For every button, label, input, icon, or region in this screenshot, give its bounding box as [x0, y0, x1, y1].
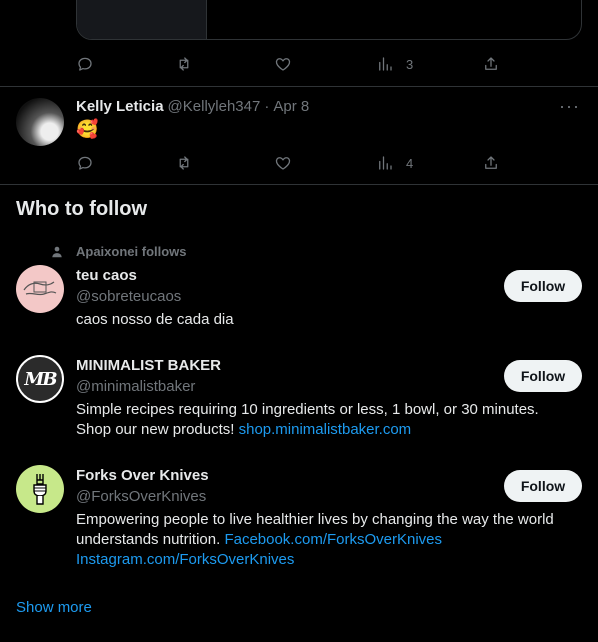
suggestion-name[interactable]: MINIMALIST BAKER	[76, 357, 221, 374]
share-icon	[485, 156, 497, 169]
avatar-logo-text: MB	[24, 368, 57, 390]
suggestion-name[interactable]: teu caos	[76, 267, 137, 284]
bio-line: Empowering people to live healthier live…	[76, 511, 554, 528]
divider	[0, 184, 598, 185]
tweet-date[interactable]: Apr 8	[273, 98, 309, 115]
bio-line: understands nutrition. Facebook.com/Fork…	[76, 530, 576, 550]
repost-icon	[179, 57, 189, 71]
repost-button[interactable]	[175, 52, 199, 76]
avatar[interactable]: MB	[16, 355, 64, 403]
suggestion-handle[interactable]: @minimalistbaker	[76, 378, 195, 395]
tweet-separator: ·	[264, 98, 270, 115]
reply-button[interactable]	[76, 151, 100, 175]
tweet-header: Kelly Leticia @Kellyleh347 · Apr 8	[76, 98, 309, 115]
like-icon	[275, 157, 291, 170]
person-icon	[52, 246, 62, 257]
previous-tweet-action-bar: 3	[76, 52, 506, 76]
share-button[interactable]	[482, 151, 506, 175]
bio-line: Shop our new products! shop.minimalistba…	[76, 420, 576, 440]
bio-link[interactable]: Instagram.com/ForksOverKnives	[76, 551, 294, 568]
follow-button[interactable]: Follow	[504, 360, 582, 392]
bio-line: Simple recipes requiring 10 ingredients …	[76, 401, 539, 418]
tweet-author-name[interactable]: Kelly Leticia	[76, 98, 164, 115]
views-count: 3	[406, 56, 414, 72]
like-icon	[275, 58, 291, 71]
tweet-kelly-leticia[interactable]: Kelly Leticia @Kellyleh347 · Apr 8 ··· 🥰…	[0, 86, 598, 184]
suggestion-handle[interactable]: @ForksOverKnives	[76, 488, 206, 505]
views-button[interactable]: 3	[376, 52, 413, 76]
suggestion-bio: Empowering people to live healthier live…	[76, 510, 576, 570]
views-button[interactable]: 4	[376, 151, 413, 175]
follow-button[interactable]: Follow	[504, 270, 582, 302]
follow-button[interactable]: Follow	[504, 470, 582, 502]
who-to-follow-title: Who to follow	[16, 198, 148, 220]
bio-text: Shop our new products!	[76, 421, 239, 438]
share-button[interactable]	[482, 52, 506, 76]
social-context-text: Apaixonei follows	[76, 244, 187, 259]
avatar[interactable]	[16, 98, 64, 146]
reply-icon	[78, 156, 92, 170]
like-button[interactable]	[274, 151, 298, 175]
like-button[interactable]	[274, 52, 298, 76]
suggestion-bio: Simple recipes requiring 10 ingredients …	[76, 400, 576, 440]
repost-icon	[179, 156, 189, 170]
tweet-text: 🥰	[76, 119, 99, 139]
repost-button[interactable]	[175, 151, 199, 175]
previous-tweet-media[interactable]	[76, 0, 582, 40]
tweet-author-handle[interactable]: @Kellyleh347	[168, 98, 261, 115]
suggestion-name[interactable]: Forks Over Knives	[76, 467, 209, 484]
suggestion-handle[interactable]: @sobreteucaos	[76, 288, 181, 305]
reply-icon	[78, 57, 92, 71]
bio-text: understands nutrition.	[76, 531, 225, 548]
views-count: 4	[406, 155, 414, 171]
social-context: Apaixonei follows	[50, 244, 187, 259]
views-icon	[379, 156, 392, 170]
avatar[interactable]	[16, 465, 64, 513]
more-icon[interactable]: ···	[559, 97, 580, 115]
share-icon	[485, 57, 497, 70]
fist-fork-icon	[33, 474, 47, 505]
avatar[interactable]	[16, 265, 64, 313]
views-icon	[379, 57, 392, 71]
suggestion-bio: caos nosso de cada dia	[76, 311, 234, 328]
bio-link[interactable]: Facebook.com/ForksOverKnives	[224, 531, 442, 548]
bio-line: Instagram.com/ForksOverKnives	[76, 550, 576, 570]
reply-button[interactable]	[76, 52, 100, 76]
show-more-link[interactable]: Show more	[16, 599, 92, 616]
bio-link[interactable]: shop.minimalistbaker.com	[239, 421, 412, 438]
sketch-illustration-icon	[23, 281, 57, 296]
previous-tweet-media-thumbnail[interactable]	[77, 0, 207, 39]
tweet-action-bar: 4	[76, 151, 506, 175]
